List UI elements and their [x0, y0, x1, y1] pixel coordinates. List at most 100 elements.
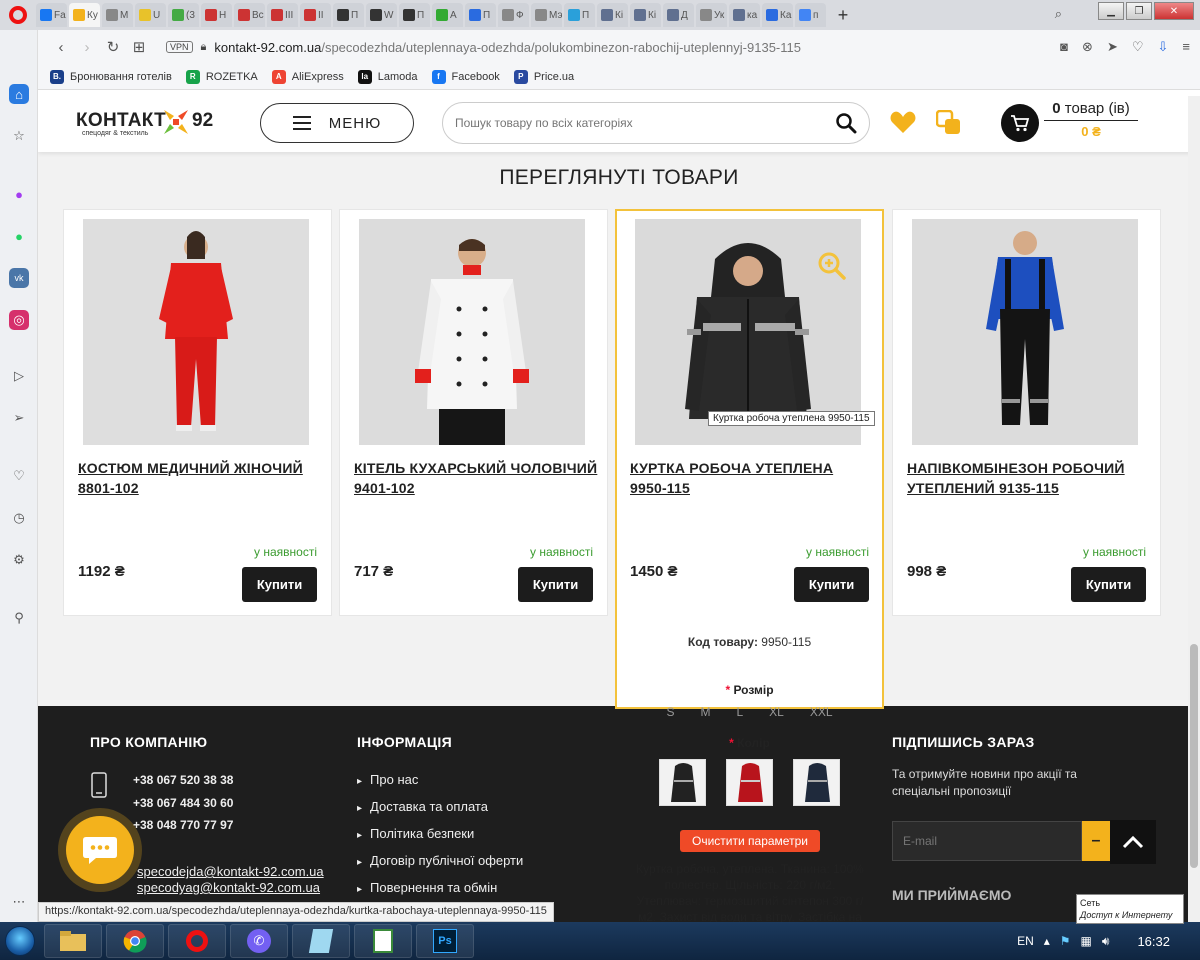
favorites-icon[interactable]: ♡	[9, 466, 29, 486]
footer-link[interactable]: Договір публічної оферти	[357, 853, 523, 868]
tab-search-icon[interactable]: ⌕	[1055, 6, 1062, 22]
browser-tab[interactable]: А	[432, 3, 463, 27]
taskbar-chrome[interactable]	[106, 924, 164, 958]
menu-button[interactable]: МЕНЮ	[260, 103, 414, 143]
product-image[interactable]	[83, 219, 309, 445]
flow-icon[interactable]: ➢	[9, 408, 29, 428]
clear-params-button[interactable]: Очистити параметри	[680, 830, 820, 852]
messenger-icon[interactable]: ●	[9, 184, 29, 204]
vk-icon[interactable]: vk	[9, 268, 29, 288]
size-option[interactable]: M	[700, 705, 710, 719]
bookmark-item[interactable]: f Facebook	[431, 69, 500, 84]
player-icon[interactable]: ▷	[9, 366, 29, 386]
taskbar-explorer[interactable]	[44, 924, 102, 958]
subscribe-button[interactable]: –	[1082, 821, 1110, 861]
download-icon[interactable]: ⇩	[1158, 39, 1169, 55]
bookmark-item[interactable]: la Lamoda	[357, 69, 418, 84]
settings-icon[interactable]: ⚙	[9, 550, 29, 570]
size-option[interactable]: S	[666, 705, 674, 719]
product-name-link[interactable]: НАПІВКОМБІНЕЗОН РОБОЧИЙ УТЕПЛЕНИЙ 9135-1…	[907, 458, 1151, 498]
maximize-button[interactable]: ❐	[1126, 2, 1152, 20]
browser-tab[interactable]: Кі	[597, 3, 628, 27]
camera-icon[interactable]: ◙	[1060, 39, 1068, 55]
color-swatch-navy[interactable]	[793, 759, 840, 806]
cart-summary[interactable]: 0 товар (ів) 0 ₴	[1044, 100, 1138, 139]
product-card[interactable]: КОСТЮМ МЕДИЧНИЙ ЖІНОЧИЙ 8801-102 у наявн…	[63, 209, 332, 616]
close-window-button[interactable]: ✕	[1154, 2, 1194, 20]
opera-menu-button[interactable]	[0, 0, 36, 30]
browser-tab[interactable]: Д	[663, 3, 694, 27]
search-input[interactable]	[455, 116, 835, 130]
cart-button[interactable]	[1001, 104, 1039, 142]
size-option[interactable]: XXL	[810, 705, 833, 719]
back-icon[interactable]: ‹	[48, 39, 74, 56]
buy-button[interactable]: Купити	[518, 567, 593, 602]
browser-tab[interactable]: Ка	[762, 3, 793, 27]
site-logo[interactable]: КОНТАКТ 92 спецодяг & текстиль	[76, 106, 216, 138]
block-icon[interactable]: ⊗	[1082, 39, 1093, 55]
browser-tab[interactable]: ІІІ	[267, 3, 298, 27]
browser-tab[interactable]: Мэ	[531, 3, 562, 27]
footer-link[interactable]: Повернення та обмін	[357, 880, 497, 895]
easy-setup-icon[interactable]: ≡	[1182, 39, 1190, 55]
lock-icon[interactable]: 🔒︎	[201, 41, 207, 54]
taskbar-photoshop[interactable]: Ps	[416, 924, 474, 958]
browser-tab[interactable]: Ку	[69, 3, 100, 27]
wishlist-heart-icon[interactable]	[890, 110, 916, 134]
product-card-hovered[interactable]: КУРТКА РОБОЧА УТЕПЛЕНА 9950-115 у наявно…	[615, 209, 884, 922]
product-name-link[interactable]: КУРТКА РОБОЧА УТЕПЛЕНА 9950-115	[630, 458, 874, 498]
chat-widget-button[interactable]	[66, 816, 134, 884]
footer-phone[interactable]: +38 067 520 38 38	[133, 773, 233, 787]
footer-link[interactable]: Політика безпеки	[357, 826, 474, 841]
footer-phone[interactable]: +38 067 484 30 60	[133, 796, 233, 810]
footer-link[interactable]: Доставка та оплата	[357, 799, 488, 814]
search-icon[interactable]	[835, 112, 857, 134]
browser-tab[interactable]: Ук	[696, 3, 727, 27]
start-button[interactable]	[0, 922, 40, 960]
language-indicator[interactable]: EN	[1017, 934, 1034, 948]
subscribe-email-input[interactable]	[903, 834, 1081, 848]
size-option[interactable]: XL	[769, 705, 784, 719]
bookmark-item[interactable]: B. Бронювання готелів	[50, 69, 172, 84]
url-field[interactable]: kontakt-92.com.ua/specodezhda/uteplennay…	[214, 40, 801, 55]
bookmark-item[interactable]: A AliExpress	[271, 69, 344, 84]
send-icon[interactable]: ➤	[1107, 39, 1118, 55]
browser-tab[interactable]: П	[333, 3, 364, 27]
browser-tab[interactable]: (3	[168, 3, 199, 27]
volume-icon[interactable]: 🔊︎	[1102, 934, 1110, 949]
product-image[interactable]	[912, 219, 1138, 445]
browser-tab[interactable]: Fa	[36, 3, 67, 27]
footer-email[interactable]: specodyag@kontakt-92.com.ua	[137, 880, 320, 895]
page-scrollbar[interactable]	[1188, 96, 1200, 922]
new-tab-button[interactable]: +	[832, 5, 854, 26]
browser-tab[interactable]: М	[102, 3, 133, 27]
browser-tab[interactable]: Н	[201, 3, 232, 27]
browser-tab[interactable]: п	[795, 3, 826, 27]
product-name-link[interactable]: КІТЕЛЬ КУХАРСЬКИЙ ЧОЛОВІЧИЙ 9401-102	[354, 458, 598, 498]
browser-tab[interactable]: W	[366, 3, 397, 27]
scroll-to-top-button[interactable]	[1110, 820, 1156, 864]
scrollbar-thumb[interactable]	[1190, 644, 1198, 868]
footer-email[interactable]: specodejda@kontakt-92.com.ua	[137, 864, 324, 879]
speed-dial-icon[interactable]: ☆	[9, 126, 29, 146]
browser-tab[interactable]: П	[564, 3, 595, 27]
minimize-button[interactable]: ▁	[1098, 2, 1124, 20]
taskbar-opera[interactable]	[168, 924, 226, 958]
compare-icon[interactable]	[936, 110, 962, 136]
instagram-icon[interactable]: ◎	[9, 310, 29, 330]
color-swatch-black[interactable]	[659, 759, 706, 806]
buy-button[interactable]: Купити	[1071, 567, 1146, 602]
browser-tab[interactable]: ка	[729, 3, 760, 27]
product-name-link[interactable]: КОСТЮМ МЕДИЧНИЙ ЖІНОЧИЙ 8801-102	[78, 458, 322, 498]
product-card[interactable]: НАПІВКОМБІНЕЗОН РОБОЧИЙ УТЕПЛЕНИЙ 9135-1…	[892, 209, 1161, 616]
taskbar-notepad[interactable]	[292, 924, 350, 958]
forward-icon[interactable]: ›	[74, 39, 100, 56]
browser-tab[interactable]: П	[399, 3, 430, 27]
whatsapp-icon[interactable]: ●	[9, 226, 29, 246]
browser-tab[interactable]: ІІ	[300, 3, 331, 27]
size-option[interactable]: L	[736, 705, 743, 719]
more-icon[interactable]: ⋯	[9, 892, 29, 912]
history-icon[interactable]: ◷	[9, 508, 29, 528]
network-icon[interactable]: ▦	[1081, 934, 1092, 948]
tips-icon[interactable]: ⚲	[9, 608, 29, 628]
